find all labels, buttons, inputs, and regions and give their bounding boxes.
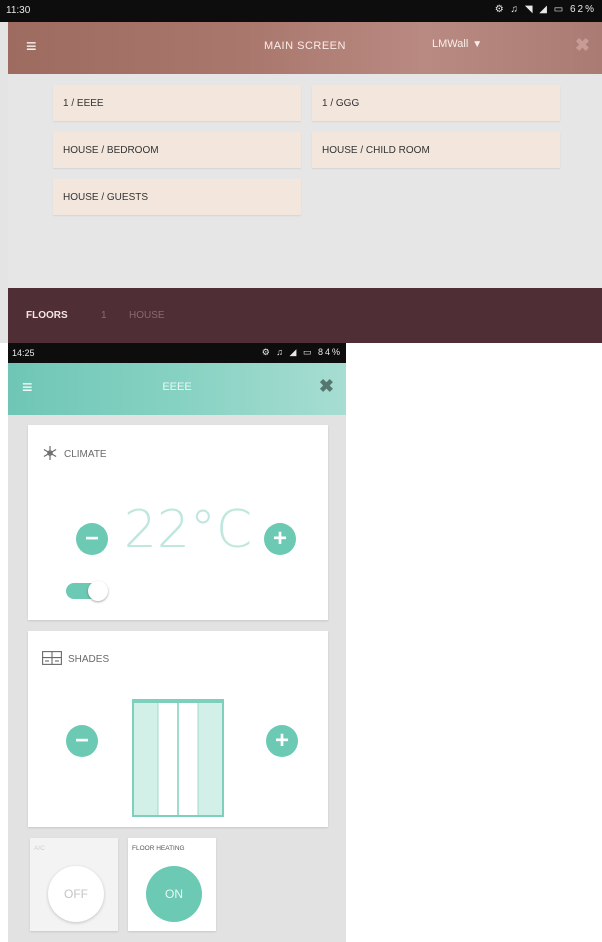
shades-label: SHADES	[68, 654, 110, 666]
room-tile-label: HOUSE / CHILD ROOM	[322, 145, 430, 156]
room-tile[interactable]: 1 / GGG	[312, 85, 560, 121]
phone-room-screen: 14:25 ⚙ ♫ ◢ ▭ 84% ≡ EEEE ✖ CLIMATE − 22°…	[8, 343, 346, 942]
ac-tile: A/C OFF	[30, 838, 118, 931]
climate-heading: CLIMATE	[42, 445, 107, 464]
close-icon[interactable]: ✖	[319, 376, 334, 397]
snowflake-icon	[42, 445, 58, 464]
room-tile-label: 1 / EEEE	[63, 98, 104, 109]
app-header: ≡ EEEE ✖	[8, 363, 346, 415]
climate-label: CLIMATE	[64, 449, 107, 461]
shades-heading: SHADES	[42, 651, 109, 668]
close-icon[interactable]: ✖	[575, 35, 590, 56]
page-title: MAIN SCREEN	[264, 40, 346, 52]
tab-floor-1[interactable]: 1	[101, 310, 107, 321]
climate-toggle[interactable]	[66, 581, 108, 601]
bottom-nav: FLOORS 1 HOUSE	[8, 288, 602, 343]
climate-card: CLIMATE − 22°C +	[28, 425, 328, 620]
temperature-increase-button[interactable]: +	[264, 523, 296, 555]
tablet-main-screen: 11:30 ⚙ ♫ ◥ ◢ ▭ 62% ≡ MAIN SCREEN LMWall…	[0, 0, 602, 343]
tab-house[interactable]: HOUSE	[129, 310, 165, 321]
shades-card: SHADES − +	[28, 631, 328, 827]
room-tile[interactable]: HOUSE / CHILD ROOM	[312, 132, 560, 168]
shades-open-button[interactable]: +	[266, 725, 298, 757]
tab-floors[interactable]: FLOORS	[26, 310, 68, 321]
caret-down-icon: ▼	[472, 39, 483, 50]
room-list: 1 / EEEE 1 / GGG HOUSE / BEDROOM HOUSE /…	[8, 74, 602, 288]
floor-heating-label: FLOOR HEATING	[132, 845, 185, 852]
status-bar: 11:30 ⚙ ♫ ◥ ◢ ▭ 62%	[0, 0, 602, 22]
toggle-knob	[88, 581, 108, 601]
status-time: 11:30	[6, 5, 31, 16]
room-tile-label: HOUSE / GUESTS	[63, 192, 149, 203]
room-tile[interactable]: HOUSE / BEDROOM	[53, 132, 301, 168]
shade-window-graphic[interactable]	[132, 699, 224, 817]
status-bar: 14:25 ⚙ ♫ ◢ ▭ 84%	[8, 343, 346, 363]
app-header: ≡ MAIN SCREEN LMWall ▼ ✖	[8, 22, 602, 74]
status-time: 14:25	[12, 348, 35, 358]
ac-toggle-button[interactable]: OFF	[48, 866, 104, 922]
shades-close-button[interactable]: −	[66, 725, 98, 757]
page-title: EEEE	[162, 381, 192, 393]
status-icons: ⚙ ♫ ◢ ▭ 84%	[261, 347, 342, 357]
room-tile-label: 1 / GGG	[322, 98, 360, 109]
wall-dropdown-value: LMWall	[432, 38, 469, 50]
ac-label: A/C	[34, 845, 45, 852]
room-tile-label: HOUSE / BEDROOM	[63, 145, 159, 156]
window-icon	[42, 651, 62, 668]
floor-heating-toggle-button[interactable]: ON	[146, 866, 202, 922]
floor-heating-tile: FLOOR HEATING ON	[128, 838, 216, 931]
wall-dropdown[interactable]: LMWall ▼	[432, 38, 482, 50]
temperature-value: 22°C	[123, 500, 253, 560]
room-tile[interactable]: 1 / EEEE	[53, 85, 301, 121]
room-tile[interactable]: HOUSE / GUESTS	[53, 179, 301, 215]
temperature-decrease-button[interactable]: −	[76, 523, 108, 555]
status-icons: ⚙ ♫ ◥ ◢ ▭ 62%	[494, 4, 596, 15]
